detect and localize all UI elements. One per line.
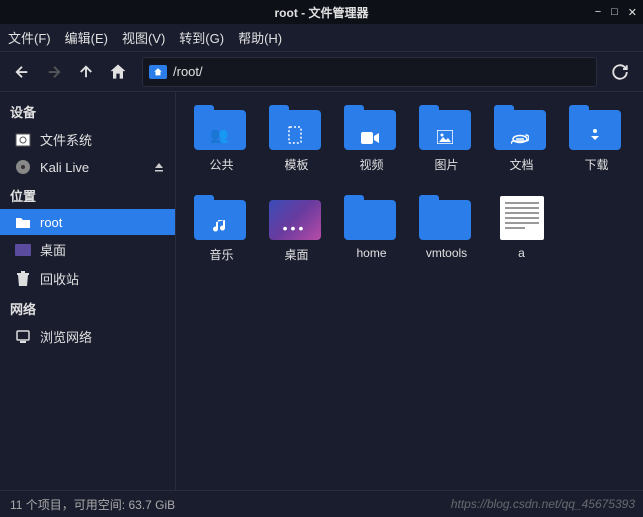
network-icon [14,329,32,345]
status-text: 11 个项目，可用空间: 63.7 GiB [10,496,175,513]
trash-icon [14,271,32,287]
folder-documents[interactable]: 文档 [484,106,559,196]
item-label: 下载 [584,156,608,173]
item-label: 模板 [284,156,308,173]
arrow-up-icon [77,63,95,81]
item-label: 文档 [509,156,533,173]
watermark: https://blog.csdn.net/qq_45675393 [451,497,635,511]
item-label: home [356,246,386,260]
textfile-icon [500,196,544,240]
menu-file[interactable]: 文件(F) [8,28,51,47]
sidebar-item-label: 浏览网络 [40,327,92,346]
reload-icon [611,63,629,81]
sidebar-item-label: 桌面 [40,240,66,259]
sidebar-item-label: 回收站 [40,269,79,288]
sidebar-item-label: 文件系统 [40,130,92,149]
sidebar-item-browse-network[interactable]: 浏览网络 [0,322,175,351]
sidebar-header-devices: 设备 [0,96,175,125]
folder-vmtools[interactable]: vmtools [409,196,484,286]
menubar: 文件(F) 编辑(E) 视图(V) 转到(G) 帮助(H) [0,24,643,52]
sidebar-item-kalilive[interactable]: Kali Live [0,154,175,180]
item-label: 公共 [209,156,233,173]
file-a[interactable]: a [484,196,559,286]
people-icon: 👥 [210,126,229,144]
item-label: 桌面 [284,246,308,263]
folder-public[interactable]: 👥 公共 [184,106,259,196]
folder-pictures[interactable]: 图片 [409,106,484,196]
folder-music[interactable]: 音乐 [184,196,259,286]
folder-icon [14,214,32,230]
sidebar-item-filesystem[interactable]: 文件系统 [0,125,175,154]
music-icon [213,218,227,234]
disc-icon [14,159,32,175]
item-label: 视频 [359,156,383,173]
path-input[interactable] [173,64,590,79]
toolbar [0,52,643,92]
maximize-button[interactable]: □ [611,6,618,19]
arrow-right-icon [45,63,63,81]
window-title: root - 文件管理器 [275,4,369,21]
up-button[interactable] [72,58,100,86]
sidebar-item-label: root [40,215,62,230]
sidebar-item-trash[interactable]: 回收站 [0,264,175,293]
sidebar-item-label: Kali Live [40,160,89,175]
template-icon [287,126,303,144]
back-button[interactable] [8,58,36,86]
forward-button[interactable] [40,58,68,86]
menu-help[interactable]: 帮助(H) [238,28,282,47]
titlebar: root - 文件管理器 − □ ✕ [0,0,643,24]
picture-icon [437,130,453,144]
home-button[interactable] [104,58,132,86]
item-label: vmtools [426,246,467,260]
item-label: 图片 [434,156,458,173]
home-badge-icon [149,65,167,79]
drive-icon [14,132,32,148]
video-icon [361,132,379,144]
sidebar-item-root[interactable]: root [0,209,175,235]
folder-videos[interactable]: 视频 [334,106,409,196]
folder-home[interactable]: home [334,196,409,286]
minimize-button[interactable]: − [595,6,601,19]
close-button[interactable]: ✕ [628,6,637,19]
arrow-left-icon [13,63,31,81]
item-label: a [518,246,525,260]
window-controls: − □ ✕ [595,6,637,19]
sidebar-header-network: 网络 [0,293,175,322]
reload-button[interactable] [605,57,635,87]
sidebar: 设备 文件系统 Kali Live 位置 root 桌面 回收站 网络 浏览网络 [0,92,176,490]
folder-downloads[interactable]: 下载 [559,106,634,196]
eject-icon[interactable] [153,161,165,173]
folder-desktop[interactable]: ••• 桌面 [259,196,334,286]
menu-view[interactable]: 视图(V) [122,28,165,47]
menu-go[interactable]: 转到(G) [179,28,224,47]
home-icon [108,62,128,82]
folder-templates[interactable]: 模板 [259,106,334,196]
download-icon [588,128,602,144]
desktop-thumbnail-icon: ••• [269,200,321,240]
content-area[interactable]: 👥 公共 模板 视频 图片 文档 下载 音乐 ••• 桌面 home vmtools… [176,92,643,490]
sidebar-item-desktop[interactable]: 桌面 [0,235,175,264]
menu-edit[interactable]: 编辑(E) [65,28,108,47]
sidebar-header-places: 位置 [0,180,175,209]
path-bar [142,57,597,87]
desktop-icon [14,242,32,258]
item-label: 音乐 [209,246,233,263]
attachment-icon [511,134,529,144]
